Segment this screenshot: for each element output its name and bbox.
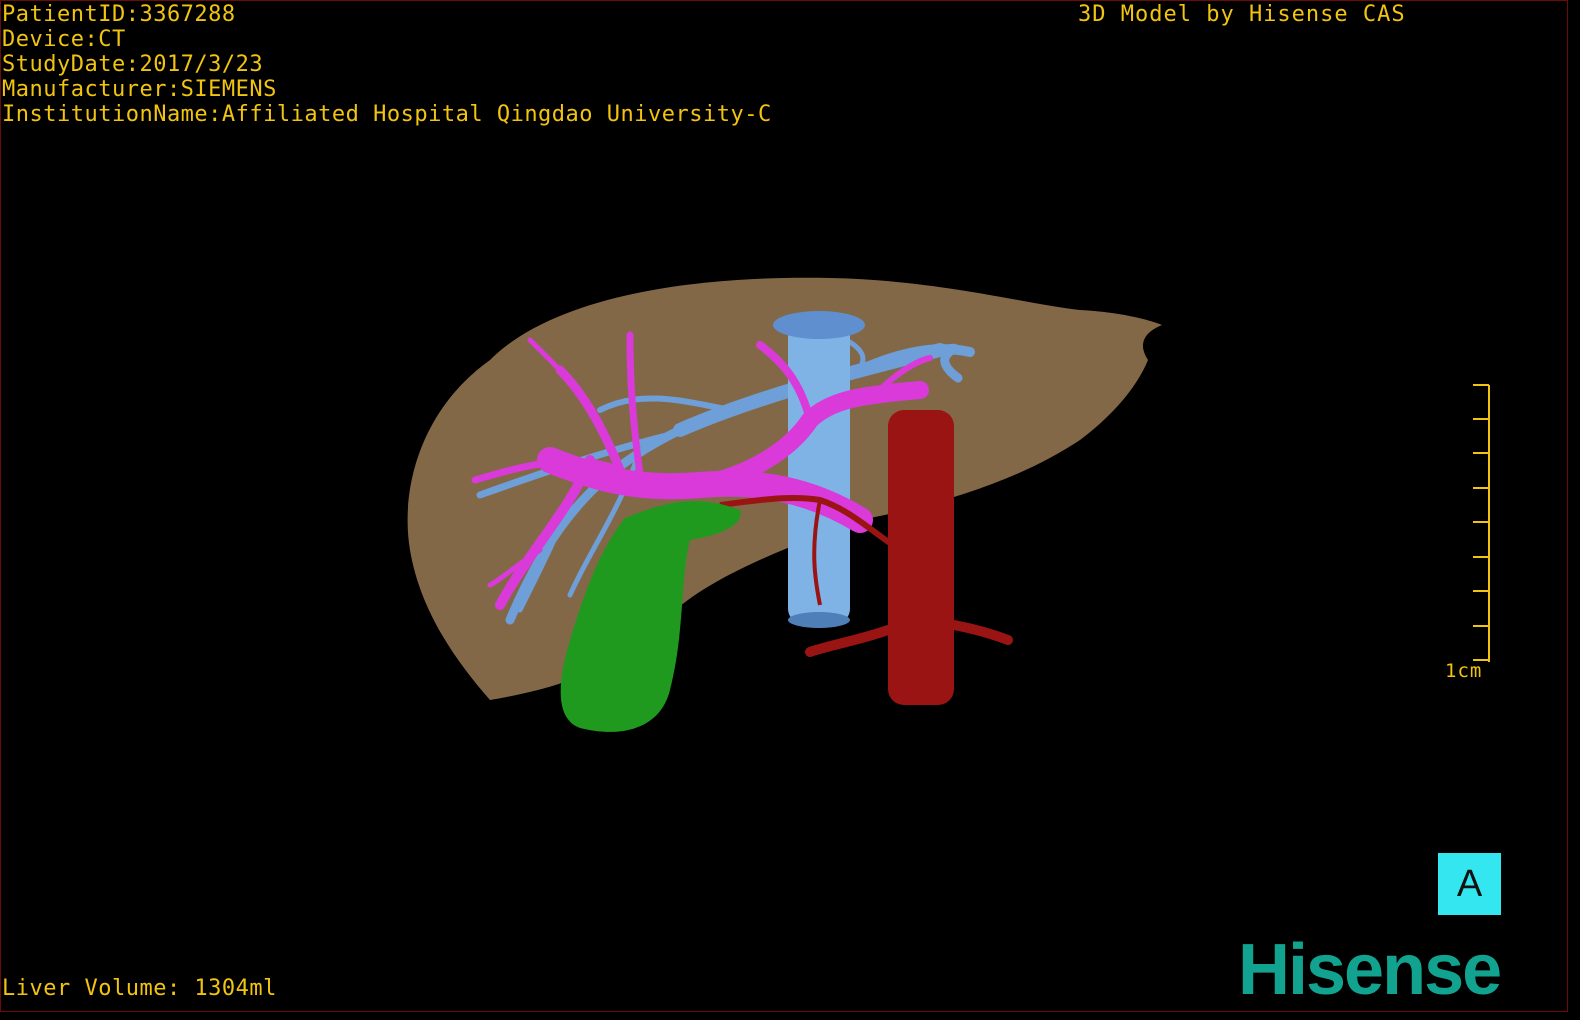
device-text: Device:CT	[2, 27, 126, 52]
liver-3d-model[interactable]	[380, 250, 1200, 750]
manufacturer-text: Manufacturer:SIEMENS	[2, 77, 277, 102]
scale-bar	[1473, 384, 1490, 662]
patient-id-text: PatientID:3367288	[2, 2, 236, 27]
dicom-info-overlay: PatientID:3367288 Device:CT StudyDate:20…	[2, 2, 772, 127]
scale-label: 1cm	[1445, 660, 1483, 682]
institution-text: InstitutionName:Affiliated Hospital Qing…	[2, 102, 772, 127]
liver-volume-text: Liver Volume: 1304ml	[2, 976, 277, 1001]
hisense-logo: Hisense	[1238, 930, 1502, 1010]
model-credit-text: 3D Model by Hisense CAS	[1078, 2, 1406, 27]
orientation-indicator[interactable]: A	[1438, 853, 1501, 915]
study-date-text: StudyDate:2017/3/23	[2, 52, 264, 77]
